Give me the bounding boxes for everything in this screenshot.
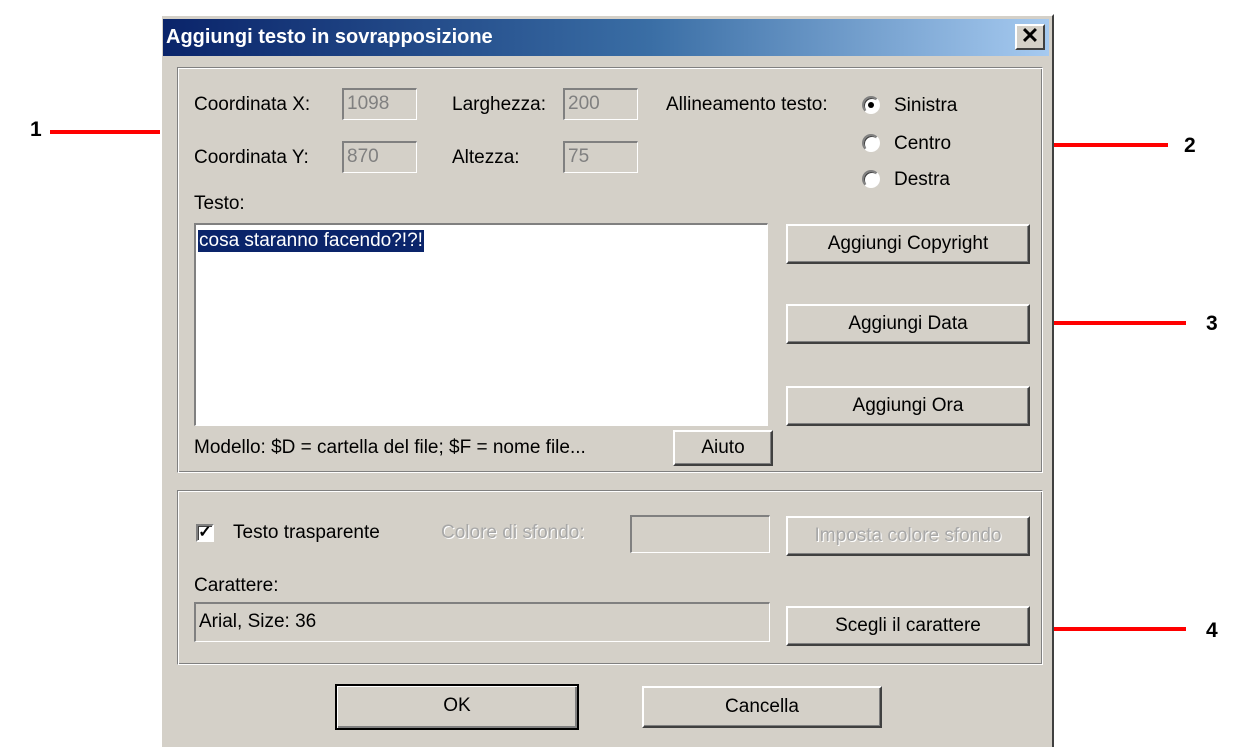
background-color-swatch (630, 515, 770, 553)
template-hint: Modello: $D = cartella del file; $F = no… (194, 437, 586, 458)
dialog-title: Aggiungi testo in sovrapposizione (166, 26, 493, 48)
alignment-left-label[interactable]: Sinistra (894, 95, 957, 117)
check-icon: ✓ (198, 524, 212, 541)
alignment-center-label[interactable]: Centro (894, 133, 951, 155)
x-coordinate-field[interactable]: 1098 (342, 88, 417, 120)
add-copyright-button[interactable]: Aggiungi Copyright (786, 224, 1030, 264)
selected-text: cosa staranno facendo?!?! (198, 230, 424, 252)
font-label: Carattere: (194, 575, 279, 596)
width-field[interactable]: 200 (563, 88, 638, 120)
y-coordinate-label: Coordinata Y: (194, 147, 309, 168)
add-time-button[interactable]: Aggiungi Ora (786, 386, 1030, 426)
add-date-button[interactable]: Aggiungi Data (786, 304, 1030, 344)
radio-selected-dot (868, 102, 874, 108)
alignment-right-radio[interactable] (862, 170, 880, 188)
x-coordinate-label: Coordinata X: (194, 94, 311, 115)
background-color-label: Colore di sfondo: (441, 522, 585, 543)
choose-font-button[interactable]: Scegli il carattere (786, 606, 1030, 646)
alignment-center-radio[interactable] (862, 134, 880, 152)
transparent-text-checkbox[interactable]: ✓ (196, 524, 214, 542)
ok-button[interactable]: OK (335, 684, 579, 730)
set-background-color-button[interactable]: Imposta colore sfondo (786, 516, 1030, 556)
height-field[interactable]: 75 (563, 141, 638, 173)
transparent-text-label[interactable]: Testo trasparente (233, 522, 380, 544)
font-display-field: Arial, Size: 36 (194, 602, 770, 642)
height-label: Altezza: (452, 147, 520, 168)
alignment-right-label[interactable]: Destra (894, 169, 950, 191)
y-coordinate-field[interactable]: 870 (342, 141, 417, 173)
close-icon: ✕ (1020, 23, 1040, 48)
annotation-marker-3: 3 (1206, 312, 1218, 335)
annotation-marker-2: 2 (1184, 134, 1196, 157)
help-button[interactable]: Aiuto (673, 430, 773, 466)
close-button[interactable]: ✕ (1015, 24, 1045, 50)
width-label: Larghezza: (452, 94, 547, 115)
cancel-button[interactable]: Cancella (642, 686, 882, 728)
annotation-marker-4: 4 (1206, 619, 1218, 642)
alignment-label: Allineamento testo: (666, 94, 828, 115)
text-label: Testo: (194, 193, 245, 214)
alignment-left-radio[interactable] (862, 96, 880, 114)
text-input-area[interactable]: cosa staranno facendo?!?! (194, 223, 768, 426)
annotation-marker-1: 1 (30, 118, 42, 141)
